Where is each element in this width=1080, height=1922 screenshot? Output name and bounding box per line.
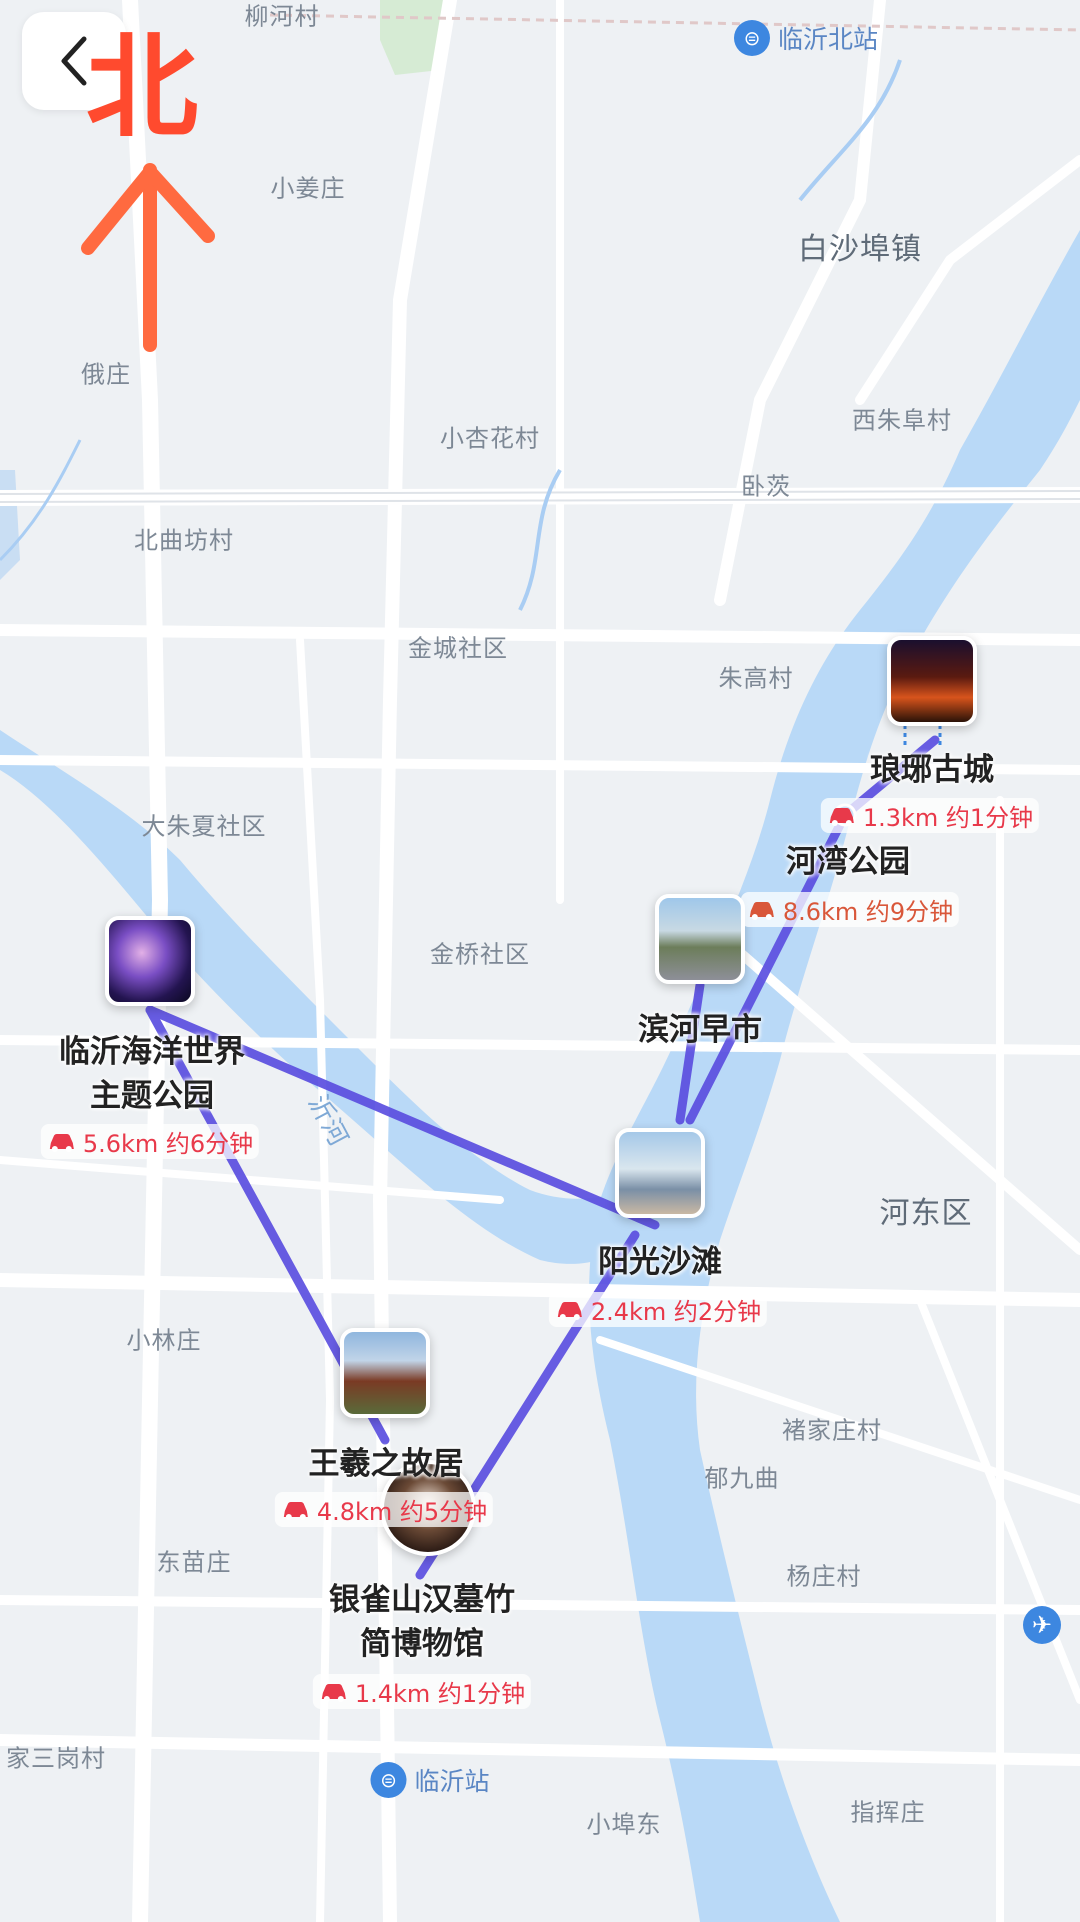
- place-label: 西朱阜村: [852, 406, 952, 435]
- place-label: 小林庄: [126, 1326, 202, 1355]
- poi-name[interactable]: 河湾公园: [786, 840, 910, 884]
- poi-photo-ocean-world[interactable]: [105, 916, 195, 1006]
- car-icon: [321, 1683, 346, 1702]
- car-icon: [749, 901, 774, 920]
- train-station-icon: ⊜: [733, 20, 770, 56]
- poi-name[interactable]: 琅琊古城: [870, 748, 994, 792]
- place-label: 白沙埠镇: [798, 232, 922, 267]
- place-label: 指挥庄: [850, 1798, 926, 1827]
- poi-photo-binhe-morning-market[interactable]: [655, 894, 745, 984]
- place-label: 北曲坊村: [134, 526, 234, 555]
- station-linyi-north[interactable]: ⊜ 临沂北站: [733, 20, 878, 56]
- place-label: 褚家庄村: [782, 1416, 882, 1445]
- poi-name[interactable]: 滨河早市: [638, 1008, 762, 1052]
- airplane-icon[interactable]: ✈: [1023, 1606, 1061, 1644]
- car-icon: [283, 1501, 308, 1520]
- leg-distance: 1.3km 约1分钟: [820, 798, 1040, 833]
- poi-name[interactable]: 银雀山汉墓竹 简博物馆: [329, 1578, 515, 1666]
- poi-photo-sunshine-beach[interactable]: [615, 1128, 705, 1218]
- car-icon: [829, 807, 854, 826]
- train-station-icon: ⊜: [370, 1762, 407, 1798]
- place-label: 郁九曲: [704, 1464, 780, 1493]
- place-label: 金城社区: [408, 634, 508, 663]
- station-linyi[interactable]: ⊜ 临沂站: [370, 1762, 490, 1798]
- place-label: 俄庄: [81, 360, 131, 389]
- place-label: 杨庄村: [786, 1562, 862, 1591]
- place-label: 东苗庄: [156, 1548, 232, 1577]
- poi-name[interactable]: 临沂海洋世界 主题公园: [59, 1030, 245, 1118]
- place-label: 小埠东: [586, 1810, 662, 1839]
- north-label: 北: [86, 23, 198, 153]
- poi-name[interactable]: 王羲之故居: [309, 1442, 464, 1486]
- leg-distance: 2.4km 约2分钟: [548, 1292, 768, 1327]
- leg-distance: 4.8km 约5分钟: [274, 1492, 494, 1527]
- place-label: 家三岗村: [6, 1744, 106, 1773]
- leg-distance: 5.6km 约6分钟: [40, 1124, 260, 1159]
- leg-distance: 1.4km 约1分钟: [312, 1674, 532, 1709]
- poi-photo-langya-ancient-city[interactable]: [887, 636, 977, 726]
- place-label: 小杏花村: [440, 424, 540, 453]
- poi-name[interactable]: 阳光沙滩: [598, 1240, 722, 1284]
- place-label: 小姜庄: [270, 174, 346, 203]
- car-icon: [557, 1301, 582, 1320]
- car-icon: [49, 1133, 74, 1152]
- place-label: 卧茨: [741, 472, 791, 501]
- leg-distance: 8.6km 约9分钟: [740, 892, 960, 927]
- place-label: 大朱夏社区: [141, 812, 267, 841]
- poi-photo-wang-xizhi-residence[interactable]: [340, 1328, 430, 1418]
- place-label: 金桥社区: [430, 940, 530, 969]
- place-label: 朱高村: [718, 664, 794, 693]
- place-label: 柳河村: [244, 2, 320, 31]
- place-label: 河东区: [879, 1196, 973, 1231]
